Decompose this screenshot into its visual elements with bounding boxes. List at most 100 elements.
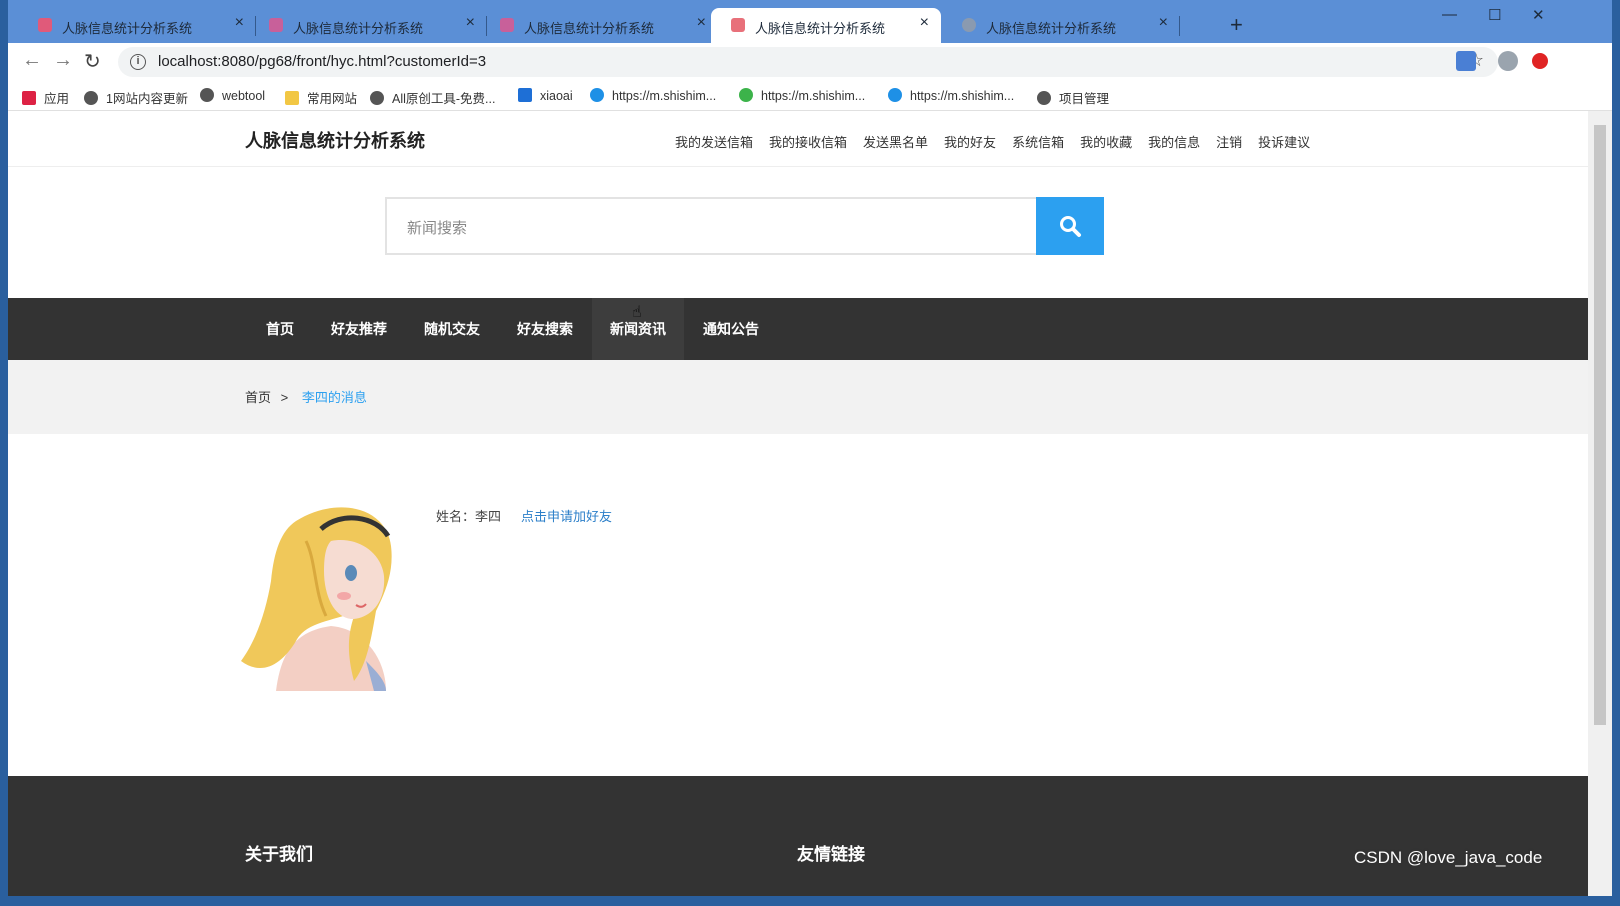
reload-icon[interactable]: ↻ <box>84 49 101 74</box>
p-letter-icon <box>518 88 532 102</box>
close-tab-icon[interactable]: × <box>1159 14 1168 32</box>
close-tab-icon[interactable]: × <box>920 14 929 32</box>
mouse-cursor-icon: ☝ <box>632 304 642 321</box>
topnav-inbox[interactable]: 我的接收信箱 <box>769 135 847 150</box>
globe-icon <box>1037 91 1051 105</box>
topnav-blacklist[interactable]: 发送黑名单 <box>863 135 928 150</box>
address-bar[interactable]: i localhost:8080/pg68/front/hyc.html?cus… <box>118 47 1498 77</box>
nav-friend-recommend[interactable]: 好友推荐 <box>313 298 405 360</box>
bookmark-label: xiaoai <box>540 89 573 103</box>
globe-icon <box>962 18 976 32</box>
footer-about-heading: 关于我们 <box>245 845 313 864</box>
topnav-my-info[interactable]: 我的信息 <box>1148 135 1200 150</box>
bookmark-item[interactable]: xiaoai <box>518 88 573 103</box>
bookmark-item[interactable]: https://m.shishim... <box>888 88 1014 103</box>
bookmark-label: webtool <box>222 89 266 103</box>
profile-avatar-icon[interactable] <box>1498 51 1518 71</box>
watermark-text: CSDN @love_java_code <box>1354 848 1543 867</box>
bookmark-item[interactable]: https://m.shishim... <box>739 88 865 103</box>
bookmark-label: 应用 <box>44 92 70 106</box>
close-tab-icon[interactable]: × <box>697 14 706 32</box>
search-placeholder: 新闻搜索 <box>407 220 468 237</box>
bookmark-label: All原创工具-免费... <box>392 92 496 106</box>
nav-friend-search[interactable]: 好友搜索 <box>499 298 591 360</box>
bookmark-label: 项目管理 <box>1059 92 1110 106</box>
extension-stop-icon[interactable] <box>1532 53 1548 69</box>
bookmarks-bar: 应用 1网站内容更新 webtool 常用网站 All原创工具-免费... xi… <box>8 81 1612 111</box>
search-button[interactable] <box>1036 197 1104 255</box>
browser-tab-active[interactable]: 人脉信息统计分析系统 × <box>711 8 941 43</box>
search-input[interactable]: 新闻搜索 <box>385 197 1038 255</box>
maximize-icon[interactable]: ☐ <box>1488 6 1501 24</box>
minimize-icon[interactable]: — <box>1442 6 1457 23</box>
close-tab-icon[interactable]: × <box>235 14 244 32</box>
info-icon[interactable]: i <box>130 54 146 70</box>
c-letter-icon <box>888 88 902 102</box>
bookmark-label: https://m.shishim... <box>761 89 866 103</box>
site-favicon-icon <box>500 18 514 32</box>
forward-icon[interactable]: → <box>53 49 73 72</box>
web-page: 人脉信息统计分析系统 我的发送信箱 我的接收信箱 发送黑名单 我的好友 系统信箱 我的收藏… <box>8 111 1588 896</box>
profile-name: 姓名：李四 <box>436 509 502 524</box>
bookmark-apps[interactable]: 应用 <box>22 88 69 107</box>
globe-icon <box>84 91 98 105</box>
tab-title: 人脉信息统计分析系统 <box>293 21 424 36</box>
breadcrumb-current: 李四的消息 <box>301 390 367 405</box>
bookmark-label: https://m.shishim... <box>910 89 1015 103</box>
bookmark-item[interactable]: 1网站内容更新 <box>84 88 188 107</box>
topnav-complaint[interactable]: 投诉建议 <box>1258 135 1310 150</box>
tab-title: 人脉信息统计分析系统 <box>755 21 886 36</box>
bookmark-item[interactable]: 项目管理 <box>1037 88 1109 107</box>
browser-tab[interactable]: 人脉信息统计分析系统 × <box>18 8 256 43</box>
browser-toolbar: ← → ↻ i localhost:8080/pg68/front/hyc.ht… <box>8 43 1612 81</box>
scrollbar-thumb[interactable] <box>1594 125 1606 725</box>
breadcrumb-separator: > <box>280 390 289 405</box>
browser-tab[interactable]: 人脉信息统计分析系统 × <box>480 8 718 43</box>
site-footer: 关于我们 友情链接 <box>8 776 1588 896</box>
topnav-friends[interactable]: 我的好友 <box>944 135 996 150</box>
site-favicon-icon <box>38 18 52 32</box>
new-tab-icon[interactable]: + <box>1230 12 1243 38</box>
close-tab-icon[interactable]: × <box>466 14 475 32</box>
browser-tab[interactable]: 人脉信息统计分析系统 × <box>942 8 1180 43</box>
bookmark-label: 1网站内容更新 <box>106 92 188 106</box>
site-favicon-icon <box>269 18 283 32</box>
url-text[interactable]: localhost:8080/pg68/front/hyc.html?custo… <box>158 53 486 70</box>
site-title[interactable]: 人脉信息统计分析系统 <box>245 127 425 153</box>
browser-tab[interactable]: 人脉信息统计分析系统 × <box>249 8 487 43</box>
back-icon[interactable]: ← <box>22 49 42 72</box>
globe-icon <box>370 91 384 105</box>
bookmark-item[interactable]: https://m.shishim... <box>590 88 716 103</box>
bookmark-item[interactable]: webtool <box>200 88 265 103</box>
nav-random-friend[interactable]: 随机交友 <box>406 298 498 360</box>
tab-title: 人脉信息统计分析系统 <box>62 21 193 36</box>
nav-home[interactable]: 首页 <box>248 298 312 360</box>
nav-notices[interactable]: 通知公告 <box>685 298 777 360</box>
site-favicon-icon <box>731 18 745 32</box>
search-icon <box>1060 216 1081 237</box>
tab-title: 人脉信息统计分析系统 <box>986 21 1117 36</box>
add-friend-link[interactable]: 点击申请加好友 <box>521 506 612 525</box>
topnav-sent-mail[interactable]: 我的发送信箱 <box>675 135 753 150</box>
scrollbar[interactable] <box>1588 111 1612 896</box>
close-window-icon[interactable]: ✕ <box>1532 6 1545 24</box>
topnav-favorites[interactable]: 我的收藏 <box>1080 135 1132 150</box>
breadcrumb: 首页 > 李四的消息 <box>8 360 1588 434</box>
footer-links-heading: 友情链接 <box>797 845 865 864</box>
breadcrumb-home[interactable]: 首页 <box>245 390 271 405</box>
bookmark-item[interactable]: All原创工具-免费... <box>370 88 495 107</box>
folder-icon <box>285 91 299 105</box>
avatar <box>241 507 392 691</box>
c-letter-icon <box>590 88 604 102</box>
topnav-logout[interactable]: 注销 <box>1216 135 1242 150</box>
site-header: 人脉信息统计分析系统 我的发送信箱 我的接收信箱 发送黑名单 我的好友 系统信箱 我的收藏… <box>8 111 1588 167</box>
tab-separator <box>1179 16 1180 36</box>
wechat-icon <box>739 88 753 102</box>
extension-icon[interactable] <box>1456 51 1476 71</box>
bookmark-label: https://m.shishim... <box>612 89 717 103</box>
top-nav: 我的发送信箱 我的接收信箱 发送黑名单 我的好友 系统信箱 我的收藏 我的信息 注销 投诉建议 <box>675 132 1326 151</box>
bookmark-folder[interactable]: 常用网站 <box>285 88 357 107</box>
apps-grid-icon <box>22 91 36 105</box>
topnav-system-mail[interactable]: 系统信箱 <box>1012 135 1064 150</box>
bookmark-label: 常用网站 <box>307 92 358 106</box>
